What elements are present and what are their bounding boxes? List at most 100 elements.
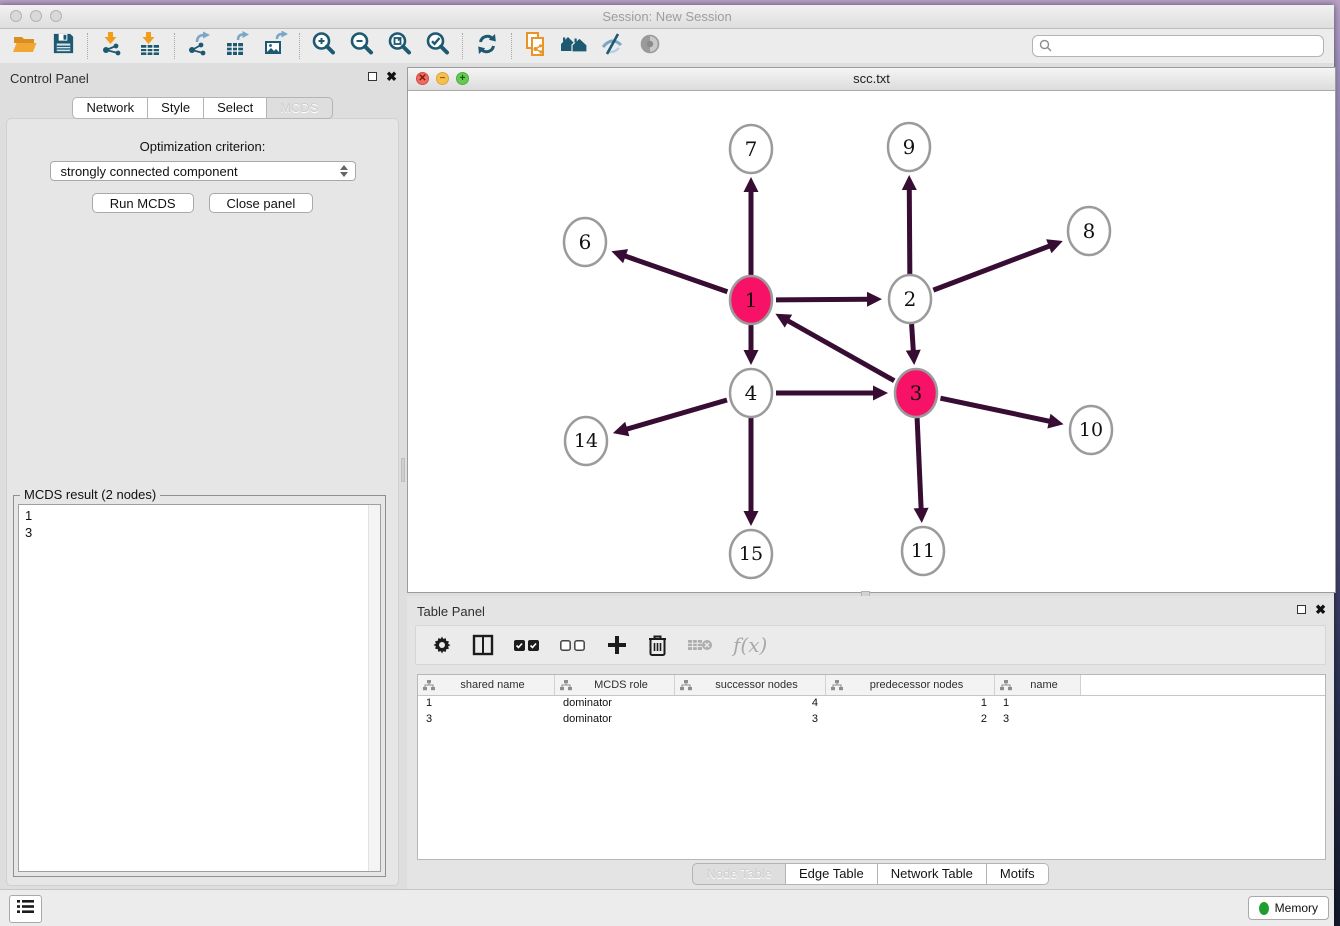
graph-node-label-15: 15 — [739, 543, 763, 565]
column-header-successor-nodes[interactable]: successor nodes — [675, 675, 826, 695]
table-toolbar: f(x) — [415, 625, 1326, 665]
import-table-icon — [137, 31, 163, 62]
column-header-predecessor-nodes[interactable]: predecessor nodes — [826, 675, 995, 695]
refresh-view-button[interactable] — [468, 31, 506, 61]
tab-network[interactable]: Network — [72, 97, 148, 119]
edge-3-1[interactable] — [787, 320, 895, 381]
control-panel-tabs: Network Style Select MCDS — [0, 97, 405, 119]
edge-arrowhead — [613, 422, 629, 436]
graph-node-label-4: 4 — [745, 381, 758, 405]
tab-mcds[interactable]: MCDS — [267, 97, 332, 119]
zoom-out-icon — [349, 31, 375, 62]
memory-button[interactable]: Memory — [1248, 896, 1329, 920]
zoom-selected-button[interactable] — [419, 31, 457, 61]
edge-arrowhead — [906, 350, 921, 365]
column-chooser-icon[interactable] — [472, 631, 494, 659]
edge-arrowhead — [1047, 414, 1063, 429]
float-table-panel-icon[interactable] — [1297, 605, 1306, 614]
select-all-rows-icon[interactable] — [514, 631, 540, 659]
table-cell: 3 — [675, 712, 826, 728]
task-list-icon — [17, 899, 34, 919]
zoom-in-button[interactable] — [305, 31, 343, 61]
window-title: Session: New Session — [0, 9, 1334, 24]
import-table-button[interactable] — [131, 31, 169, 61]
column-header-shared-name[interactable]: shared name — [418, 675, 555, 695]
edge-2-8[interactable] — [933, 246, 1050, 291]
column-header-MCDS-role[interactable]: MCDS role — [555, 675, 675, 695]
delete-column-icon[interactable] — [648, 631, 667, 659]
graph-node-label-1: 1 — [745, 288, 758, 312]
edge-1-2[interactable] — [776, 299, 869, 300]
mcds-result-area[interactable]: 1 3 — [18, 504, 381, 872]
clone-network-button[interactable] — [517, 31, 555, 61]
desktop-background: Session: New Session Control — [0, 0, 1340, 926]
import-network-button[interactable] — [93, 31, 131, 61]
show-hide-graphics-button[interactable] — [593, 31, 631, 61]
graph-node-label-3: 3 — [910, 381, 923, 405]
table-cell: 3 — [995, 712, 1081, 728]
toolbar-separator — [462, 33, 463, 59]
table-options-gear-icon[interactable] — [432, 631, 452, 659]
close-panel-icon[interactable]: ✖ — [386, 71, 397, 82]
graph-node-label-6: 6 — [579, 230, 592, 254]
function-builder-icon[interactable]: f(x) — [733, 631, 767, 659]
table-row[interactable]: 1dominator411 — [418, 696, 1325, 712]
criterion-select-value: strongly connected component — [61, 164, 238, 179]
edge-2-9[interactable] — [909, 188, 910, 274]
graph-node-label-10: 10 — [1079, 419, 1103, 441]
table-header-row: shared nameMCDS rolesuccessor nodesprede… — [418, 675, 1325, 696]
zoom-out-button[interactable] — [343, 31, 381, 61]
export-image-icon — [262, 31, 289, 62]
export-image-button[interactable] — [256, 31, 294, 61]
open-folder-icon — [12, 31, 38, 62]
edge-1-6[interactable] — [624, 256, 728, 292]
cybrowser-home-button[interactable] — [555, 31, 593, 61]
tab-motifs[interactable]: Motifs — [987, 863, 1049, 885]
edge-2-3[interactable] — [912, 324, 914, 352]
table-tabs: Node Table Edge Table Network Table Moti… — [407, 863, 1334, 885]
tab-select[interactable]: Select — [204, 97, 267, 119]
control-panel: Control Panel ✖ Network Style Select MCD… — [0, 63, 405, 890]
open-session-button[interactable] — [6, 31, 44, 61]
table-row[interactable]: 3dominator323 — [418, 712, 1325, 728]
edge-4-14[interactable] — [625, 400, 727, 430]
birds-eye-view-button[interactable] — [631, 31, 669, 61]
export-table-icon — [224, 31, 250, 62]
export-network-icon — [186, 31, 212, 62]
create-column-icon[interactable] — [606, 631, 628, 659]
edge-3-10[interactable] — [940, 398, 1050, 421]
export-network-button[interactable] — [180, 31, 218, 61]
save-session-button[interactable] — [44, 31, 82, 61]
tab-network-table[interactable]: Network Table — [878, 863, 987, 885]
criterion-select[interactable]: strongly connected component — [50, 161, 356, 181]
graph-node-label-7: 7 — [745, 137, 758, 161]
network-window-titlebar[interactable]: ✕ − + scc.txt — [408, 68, 1335, 91]
edge-arrowhead — [744, 511, 759, 526]
deselect-all-rows-icon[interactable] — [560, 631, 586, 659]
column-header-name[interactable]: name — [995, 675, 1081, 695]
zoom-fit-button[interactable] — [381, 31, 419, 61]
network-canvas[interactable]: 1234678910111415 — [408, 91, 1335, 592]
tab-style[interactable]: Style — [148, 97, 204, 119]
tab-edge-table[interactable]: Edge Table — [786, 863, 878, 885]
app-window: Session: New Session Control — [0, 5, 1334, 926]
result-scrollbar[interactable] — [368, 505, 380, 871]
delete-table-icon[interactable] — [687, 631, 713, 659]
task-history-button[interactable] — [9, 895, 42, 923]
vertical-splitter-handle[interactable] — [401, 458, 405, 482]
close-panel-button[interactable]: Close panel — [209, 193, 314, 213]
search-input[interactable] — [1032, 35, 1324, 57]
toolbar-separator — [511, 33, 512, 59]
close-table-panel-icon[interactable]: ✖ — [1315, 604, 1326, 615]
run-mcds-button[interactable]: Run MCDS — [92, 193, 194, 213]
tab-node-table[interactable]: Node Table — [692, 863, 786, 885]
export-table-button[interactable] — [218, 31, 256, 61]
network-window: ✕ − + scc.txt 1234678910111415 — [407, 67, 1336, 593]
float-panel-icon[interactable] — [368, 72, 377, 81]
eye-icon — [637, 31, 663, 62]
memory-label: Memory — [1275, 901, 1318, 915]
table-panel: Table Panel ✖ f(x) shared nameMCDS roles… — [407, 596, 1334, 890]
search-box — [1032, 35, 1324, 57]
toolbar-separator — [299, 33, 300, 59]
edge-3-11[interactable] — [917, 418, 921, 510]
